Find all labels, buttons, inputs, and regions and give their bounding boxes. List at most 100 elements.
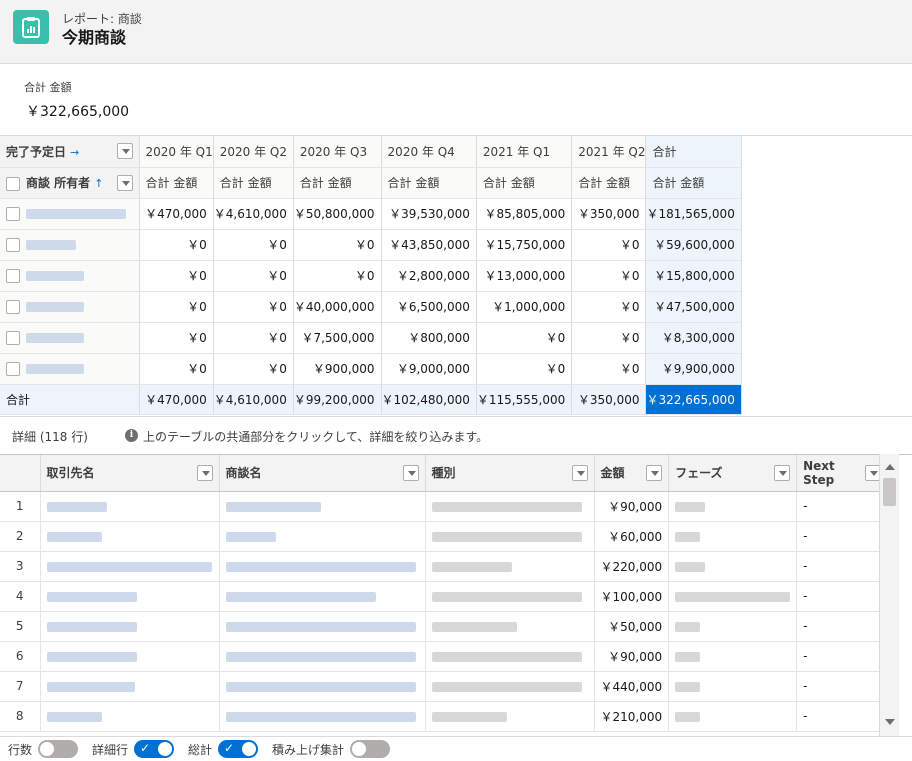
account-cell[interactable] bbox=[40, 491, 220, 522]
col-header-2020q1[interactable]: 2020 年 Q1 bbox=[139, 136, 214, 168]
account-cell[interactable] bbox=[40, 671, 220, 702]
matrix-cell[interactable]: ￥15,800,000 bbox=[645, 260, 742, 292]
matrix-cell[interactable]: ￥0 bbox=[293, 260, 382, 292]
opportunity-cell[interactable] bbox=[219, 581, 426, 612]
matrix-cell[interactable]: ￥0 bbox=[571, 229, 647, 261]
matrix-cell[interactable]: ￥0 bbox=[213, 291, 294, 323]
col-header-amount[interactable]: 金額 bbox=[594, 455, 670, 492]
matrix-cell[interactable]: ￥8,300,000 bbox=[645, 322, 742, 354]
account-cell[interactable] bbox=[40, 581, 220, 612]
owner-cell[interactable] bbox=[0, 353, 140, 385]
opportunity-cell[interactable] bbox=[219, 491, 426, 522]
total-cell[interactable]: ￥4,610,000 bbox=[213, 383, 294, 415]
opportunity-cell[interactable] bbox=[219, 701, 426, 732]
matrix-cell[interactable]: ￥9,900,000 bbox=[645, 353, 742, 385]
opportunity-cell[interactable] bbox=[219, 521, 426, 552]
matrix-cell[interactable]: ￥0 bbox=[293, 229, 382, 261]
col-header-2020q4[interactable]: 2020 年 Q4 bbox=[381, 136, 477, 168]
chevron-down-icon[interactable] bbox=[865, 464, 881, 481]
table-row[interactable]: 5 ￥50,000 - bbox=[0, 611, 888, 642]
matrix-cell[interactable]: ￥0 bbox=[571, 291, 647, 323]
matrix-cell[interactable]: ￥0 bbox=[476, 353, 573, 385]
matrix-cell[interactable]: ￥470,000 bbox=[139, 198, 214, 230]
chevron-down-icon[interactable] bbox=[196, 464, 213, 481]
matrix-cell[interactable]: ￥13,000,000 bbox=[476, 260, 573, 292]
matrix-cell[interactable]: ￥47,500,000 bbox=[645, 291, 742, 323]
owner-cell[interactable] bbox=[0, 322, 140, 354]
select-all-checkbox[interactable] bbox=[6, 176, 20, 191]
matrix-cell[interactable]: ￥50,800,000 bbox=[293, 198, 382, 230]
stacked-summary-toggle[interactable] bbox=[350, 740, 391, 758]
account-cell[interactable] bbox=[40, 701, 220, 732]
matrix-cell[interactable]: ￥6,500,000 bbox=[381, 291, 477, 323]
grand-total-cell[interactable]: ￥322,665,000 bbox=[645, 383, 742, 415]
col-header-opportunity[interactable]: 商談名 bbox=[219, 455, 426, 492]
matrix-cell[interactable]: ￥0 bbox=[571, 322, 647, 354]
row-checkbox[interactable] bbox=[6, 237, 20, 252]
total-cell[interactable]: ￥99,200,000 bbox=[293, 383, 382, 415]
col-header-2020q3[interactable]: 2020 年 Q3 bbox=[293, 136, 382, 168]
opportunity-cell[interactable] bbox=[219, 671, 426, 702]
matrix-cell[interactable]: ￥0 bbox=[139, 260, 214, 292]
sort-ascending-icon[interactable]: ↑ bbox=[94, 177, 103, 190]
row-checkbox[interactable] bbox=[6, 330, 20, 345]
matrix-cell[interactable]: ￥0 bbox=[139, 353, 214, 385]
table-row[interactable]: 7 ￥440,000 - bbox=[0, 671, 888, 702]
account-cell[interactable] bbox=[40, 521, 220, 552]
owner-cell[interactable] bbox=[0, 229, 140, 261]
row-checkbox[interactable] bbox=[6, 268, 20, 283]
opportunity-cell[interactable] bbox=[219, 641, 426, 672]
col-header-2021q1[interactable]: 2021 年 Q1 bbox=[476, 136, 573, 168]
row-grouping-header[interactable]: 商談 所有者 ↑ bbox=[0, 167, 140, 199]
matrix-cell[interactable]: ￥0 bbox=[571, 260, 647, 292]
table-row[interactable]: 1 ￥90,000 - bbox=[0, 491, 888, 522]
total-cell[interactable]: ￥115,555,000 bbox=[476, 383, 573, 415]
table-row[interactable]: 6 ￥90,000 - bbox=[0, 641, 888, 672]
matrix-cell[interactable]: ￥15,750,000 bbox=[476, 229, 573, 261]
scroll-thumb[interactable] bbox=[883, 478, 896, 506]
row-checkbox[interactable] bbox=[6, 206, 20, 221]
opportunity-cell[interactable] bbox=[219, 551, 426, 582]
total-cell[interactable]: ￥102,480,000 bbox=[381, 383, 477, 415]
account-cell[interactable] bbox=[40, 611, 220, 642]
matrix-cell[interactable]: ￥59,600,000 bbox=[645, 229, 742, 261]
chevron-down-icon[interactable] bbox=[774, 464, 791, 481]
matrix-cell[interactable]: ￥800,000 bbox=[381, 322, 477, 354]
matrix-cell[interactable]: ￥85,805,000 bbox=[476, 198, 573, 230]
total-cell[interactable]: ￥350,000 bbox=[571, 383, 647, 415]
row-checkbox[interactable] bbox=[6, 361, 20, 376]
matrix-cell[interactable]: ￥1,000,000 bbox=[476, 291, 573, 323]
matrix-cell[interactable]: ￥0 bbox=[213, 322, 294, 354]
opportunity-cell[interactable] bbox=[219, 611, 426, 642]
matrix-cell[interactable]: ￥39,530,000 bbox=[381, 198, 477, 230]
row-checkbox[interactable] bbox=[6, 299, 20, 314]
scroll-up-icon[interactable] bbox=[885, 464, 895, 470]
owner-cell[interactable] bbox=[0, 260, 140, 292]
row-count-toggle[interactable] bbox=[38, 740, 79, 758]
matrix-cell[interactable]: ￥0 bbox=[213, 260, 294, 292]
matrix-cell[interactable]: ￥0 bbox=[139, 291, 214, 323]
matrix-cell[interactable]: ￥0 bbox=[139, 322, 214, 354]
grand-total-toggle[interactable]: ✓ bbox=[218, 740, 259, 758]
matrix-cell[interactable]: ￥181,565,000 bbox=[645, 198, 742, 230]
col-header-2021q2[interactable]: 2021 年 Q2 bbox=[571, 136, 647, 168]
owner-cell[interactable] bbox=[0, 198, 140, 230]
matrix-cell[interactable]: ￥0 bbox=[139, 229, 214, 261]
matrix-cell[interactable]: ￥7,500,000 bbox=[293, 322, 382, 354]
scroll-down-icon[interactable] bbox=[885, 719, 895, 725]
matrix-cell[interactable]: ￥900,000 bbox=[293, 353, 382, 385]
chevron-down-icon[interactable] bbox=[646, 464, 663, 481]
account-cell[interactable] bbox=[40, 641, 220, 672]
total-cell[interactable]: ￥470,000 bbox=[139, 383, 214, 415]
chevron-down-icon[interactable] bbox=[402, 464, 419, 481]
matrix-cell[interactable]: ￥350,000 bbox=[571, 198, 647, 230]
table-row[interactable]: 8 ￥210,000 - bbox=[0, 701, 888, 732]
table-row[interactable]: 3 ￥220,000 - bbox=[0, 551, 888, 582]
matrix-cell[interactable]: ￥4,610,000 bbox=[213, 198, 294, 230]
col-header-total[interactable]: 合計 bbox=[645, 136, 742, 168]
col-header-2020q2[interactable]: 2020 年 Q2 bbox=[213, 136, 294, 168]
column-grouping-header[interactable]: 完了予定日 → bbox=[0, 136, 140, 168]
matrix-cell[interactable]: ￥0 bbox=[476, 322, 573, 354]
matrix-cell[interactable]: ￥43,850,000 bbox=[381, 229, 477, 261]
detail-rows-toggle[interactable]: ✓ bbox=[134, 740, 175, 758]
